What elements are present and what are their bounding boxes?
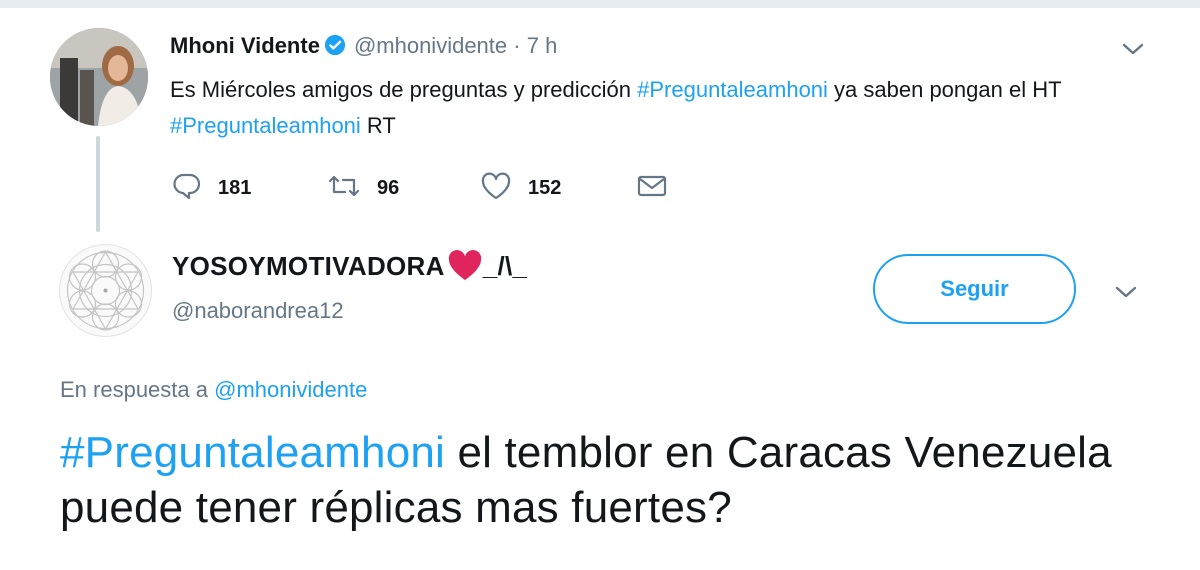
like-count: 152 bbox=[528, 176, 562, 199]
thread-line bbox=[96, 136, 100, 232]
hashtag-link[interactable]: #Preguntaleamhoni bbox=[60, 428, 445, 477]
heart-emoji-icon bbox=[447, 250, 483, 282]
avatar[interactable] bbox=[58, 243, 153, 338]
like-icon bbox=[480, 172, 512, 205]
like-button[interactable]: 152 bbox=[480, 170, 561, 206]
tweet-text-part: ya saben pongan el HT bbox=[827, 77, 1062, 102]
direct-message-icon bbox=[637, 174, 667, 203]
retweet-icon bbox=[327, 173, 361, 204]
in-reply-prefix: En respuesta a bbox=[60, 377, 215, 402]
direct-message-button[interactable] bbox=[637, 170, 667, 206]
author-name-suffix: _/\_ bbox=[482, 250, 528, 281]
author-name[interactable]: Mhoni Vidente bbox=[170, 33, 320, 58]
tweet-text-part: Es Miércoles amigos de preguntas y predi… bbox=[170, 77, 638, 102]
hashtag-link[interactable]: #Preguntaleamhoni bbox=[637, 77, 828, 102]
reply-icon bbox=[172, 172, 202, 205]
separator: · bbox=[513, 33, 521, 58]
chevron-down-icon[interactable] bbox=[1122, 42, 1144, 56]
mention-link[interactable]: @mhonividente bbox=[214, 377, 367, 402]
retweet-button[interactable]: 96 bbox=[327, 170, 399, 206]
author-name[interactable]: YOSOYMOTIVADORA _/\_ bbox=[172, 250, 527, 282]
avatar[interactable] bbox=[50, 28, 148, 126]
retweet-count: 96 bbox=[377, 176, 400, 199]
top-divider bbox=[0, 0, 1200, 8]
reply-count: 181 bbox=[218, 176, 252, 199]
tweet-text: Es Miércoles amigos de preguntas y predi… bbox=[170, 72, 1110, 144]
author-handle[interactable]: @mhonividente bbox=[354, 33, 507, 58]
tweet-text: #Preguntaleamhoni el temblor en Caracas … bbox=[60, 425, 1160, 535]
author-name-text: YOSOYMOTIVADORA bbox=[172, 250, 445, 281]
verified-badge-icon bbox=[324, 34, 346, 62]
hashtag-link[interactable]: #Preguntaleamhoni bbox=[170, 113, 361, 138]
reply-button[interactable]: 181 bbox=[172, 170, 251, 206]
author-handle[interactable]: @naborandrea12 bbox=[172, 298, 344, 324]
tweet-header: Mhoni Vidente @mhonividente · 7 h bbox=[170, 33, 557, 62]
in-reply-to: En respuesta a @mhonividente bbox=[60, 377, 367, 403]
chevron-down-icon[interactable] bbox=[1115, 285, 1137, 299]
timestamp[interactable]: 7 h bbox=[527, 33, 558, 58]
tweet-text-part: RT bbox=[360, 113, 396, 138]
follow-button[interactable]: Seguir bbox=[873, 254, 1076, 324]
